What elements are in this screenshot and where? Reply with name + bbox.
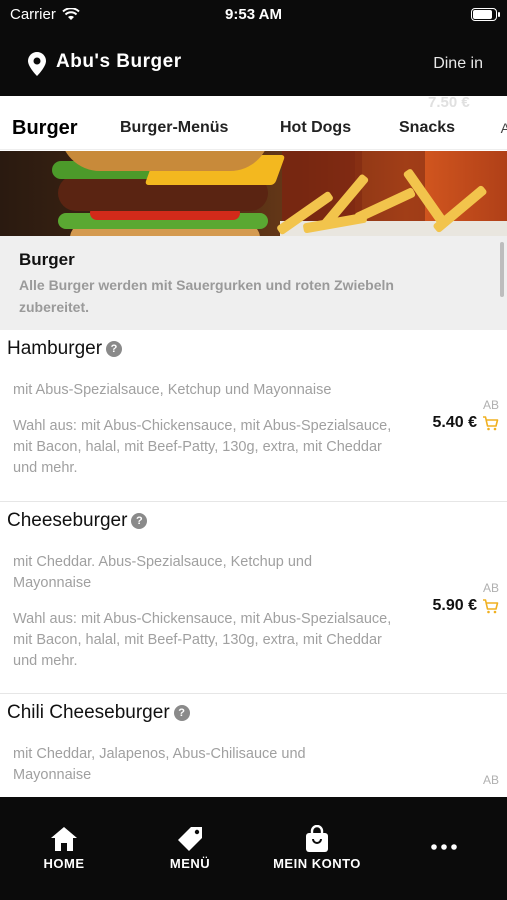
price-row[interactable]: 5.90 €: [433, 597, 499, 615]
price-prefix: AB: [482, 398, 499, 412]
item-name-row: Cheeseburger ?: [7, 510, 148, 532]
menu-item-cheeseburger[interactable]: Cheeseburger ? mit Cheddar. Abus-Spezial…: [0, 502, 507, 694]
item-description: mit Abus-Spezialsauce, Ketchup und Mayon…: [13, 382, 332, 398]
item-description: mit Cheddar. Abus-Spezialsauce, Ketchup …: [13, 554, 313, 591]
tab-burger[interactable]: Burger: [12, 117, 78, 140]
item-name-row: Chili Cheeseburger ?: [7, 702, 190, 724]
item-name: Cheeseburger: [7, 510, 128, 531]
tab-burger-menus[interactable]: Burger-Menüs: [120, 119, 228, 137]
item-price: 5.40 €: [432, 414, 477, 431]
category-description: Alle Burger werden mit Sauergurken und r…: [19, 277, 394, 315]
app-header: Abu's Burger Dine in: [0, 30, 507, 96]
banner-bun-top: [60, 151, 270, 171]
item-name-row: Hamburger ?: [7, 338, 123, 360]
scroll-indicator[interactable]: [500, 242, 504, 297]
location-pin-icon[interactable]: [28, 52, 46, 76]
tab-snacks[interactable]: Snacks: [399, 119, 455, 137]
nav-label: MENÜ: [169, 856, 211, 871]
ghost-price: 7.50 €: [428, 96, 470, 111]
menu-item-hamburger[interactable]: Hamburger ? mit Abus-Spezialsauce, Ketch…: [0, 330, 507, 502]
item-description: mit Cheddar, Jalapenos, Abus-Chilisauce …: [13, 746, 306, 783]
tag-icon: [178, 827, 202, 851]
price-row[interactable]: 5.40 €: [433, 414, 499, 432]
status-time: 9:53 AM: [225, 6, 282, 23]
tab-hot-dogs[interactable]: Hot Dogs: [280, 119, 351, 137]
item-name: Hamburger: [7, 338, 103, 359]
cart-icon[interactable]: [482, 415, 499, 431]
info-icon[interactable]: ?: [106, 341, 123, 357]
battery-fill: [473, 10, 492, 19]
restaurant-title[interactable]: Abu's Burger: [56, 51, 182, 73]
price-prefix: AB: [482, 581, 499, 595]
item-name: Chili Cheeseburger: [7, 702, 170, 723]
more-icon: [431, 844, 457, 850]
dine-mode-selector[interactable]: Dine in: [433, 55, 483, 73]
nav-menu[interactable]: MENÜ: [135, 825, 245, 871]
battery-icon: [471, 8, 500, 21]
tab-overflow-indicator[interactable]: A: [501, 120, 507, 136]
home-icon: [51, 827, 77, 851]
bottom-navigation: HOME MENÜ MEIN KONTO: [0, 797, 507, 900]
info-icon[interactable]: ?: [131, 513, 148, 529]
category-info: Burger Alle Burger werden mit Sauergurke…: [0, 236, 507, 330]
info-icon[interactable]: ?: [173, 705, 190, 721]
nav-label: MEIN KONTO: [273, 856, 361, 871]
nav-home[interactable]: HOME: [9, 825, 119, 871]
item-options: Wahl aus: mit Abus-Chickensauce, mit Abu…: [13, 418, 392, 476]
nav-account[interactable]: MEIN KONTO: [262, 825, 372, 871]
nav-more[interactable]: [389, 825, 499, 856]
status-bar: Carrier 9:53 AM: [0, 0, 507, 30]
nav-label: HOME: [43, 856, 85, 871]
item-options: Wahl aus: mit Abus-Chickensauce, mit Abu…: [13, 611, 392, 669]
shopping-bag-icon: [306, 825, 328, 852]
category-banner-image: [0, 151, 507, 236]
price-prefix: AB: [482, 773, 499, 787]
menu-item-chili-cheeseburger[interactable]: Chili Cheeseburger ? mit Cheddar, Jalape…: [0, 694, 507, 804]
category-tabs: Burger Burger-Menüs Hot Dogs Snacks A: [0, 110, 507, 150]
cart-icon[interactable]: [482, 598, 499, 614]
category-title: Burger: [19, 250, 75, 269]
item-price: 5.90 €: [432, 597, 477, 614]
